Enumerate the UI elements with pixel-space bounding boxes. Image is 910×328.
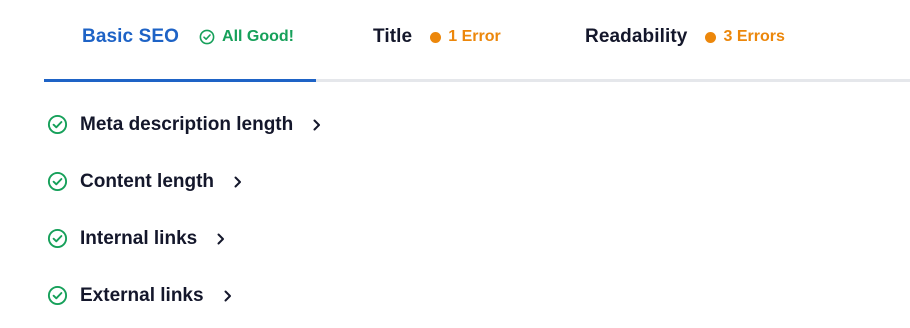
check-circle-icon (45, 113, 69, 137)
check-item-meta-description-length[interactable]: Meta description length (44, 96, 744, 153)
check-item-label: Internal links (80, 227, 198, 249)
check-item-label: External links (80, 284, 204, 306)
check-list: Meta description length Content length I… (44, 96, 744, 324)
check-item-label: Meta description length (80, 113, 294, 135)
check-item-internal-links[interactable]: Internal links (44, 210, 744, 267)
check-circle-icon (45, 284, 69, 308)
chevron-right-icon[interactable] (215, 232, 227, 246)
tab-title-status: 1 Error (430, 28, 501, 46)
tab-title-status-text: 1 Error (448, 28, 501, 45)
tab-basic-seo-label: Basic SEO (82, 26, 180, 47)
tab-title-label: Title (373, 26, 413, 47)
check-item-content-length[interactable]: Content length (44, 153, 744, 210)
chevron-right-icon[interactable] (232, 175, 244, 189)
seo-tab-bar: Basic SEO All Good! Title 1 Error Readab… (0, 0, 910, 83)
tab-readability-label: Readability (585, 26, 688, 47)
check-circle-icon (199, 29, 215, 45)
tab-basic-seo[interactable]: Basic SEO All Good! (44, 0, 316, 82)
tab-title[interactable]: Title 1 Error (373, 0, 501, 82)
tab-readability-status: 3 Errors (705, 28, 785, 46)
tab-basic-seo-status-text: All Good! (222, 28, 294, 45)
chevron-right-icon[interactable] (222, 289, 234, 303)
check-item-label: Content length (80, 170, 215, 192)
active-tab-indicator (44, 79, 316, 82)
chevron-right-icon[interactable] (311, 118, 323, 132)
check-circle-icon (45, 227, 69, 251)
orange-dot-icon (705, 31, 717, 43)
check-item-external-links[interactable]: External links (44, 267, 744, 324)
check-circle-icon (45, 170, 69, 194)
tab-readability[interactable]: Readability 3 Errors (585, 0, 785, 82)
tab-basic-seo-status: All Good! (199, 28, 294, 46)
tab-readability-status-text: 3 Errors (723, 28, 785, 45)
orange-dot-icon (430, 31, 442, 43)
